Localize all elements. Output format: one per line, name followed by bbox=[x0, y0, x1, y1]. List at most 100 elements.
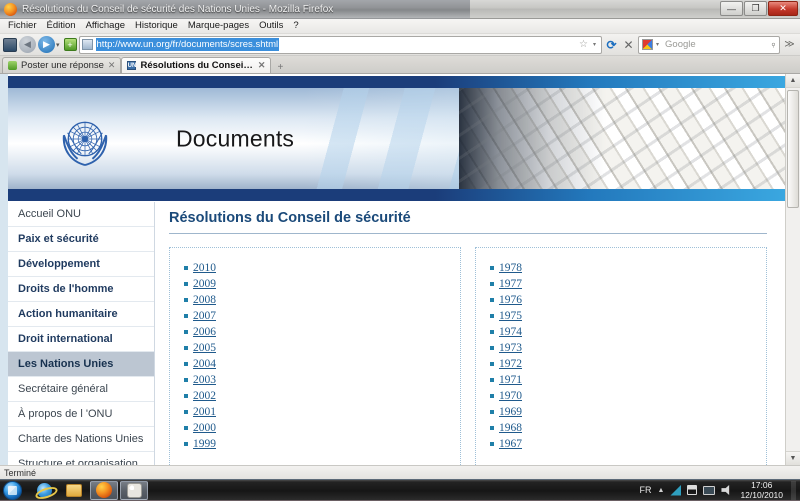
year-link[interactable]: 1971 bbox=[499, 374, 522, 386]
list-item[interactable]: 1968 bbox=[476, 420, 766, 436]
display-icon[interactable] bbox=[703, 486, 715, 495]
network-icon[interactable] bbox=[670, 485, 681, 496]
tab-close-icon[interactable]: ✕ bbox=[108, 60, 116, 71]
address-dropdown-icon[interactable]: ▾ bbox=[593, 41, 596, 48]
add-bookmark-icon[interactable]: + bbox=[64, 38, 77, 51]
search-input[interactable]: Google bbox=[665, 39, 768, 50]
list-item[interactable]: 1971 bbox=[476, 372, 766, 388]
sidebar-item-secretaire-general[interactable]: Secrétaire général bbox=[8, 377, 154, 402]
year-link[interactable]: 2007 bbox=[193, 310, 216, 322]
taskbar-button-internet-explorer[interactable] bbox=[30, 481, 58, 500]
start-button[interactable] bbox=[3, 481, 22, 500]
toolbar-overflow-icon[interactable]: ≫ bbox=[782, 39, 797, 50]
forward-button[interactable]: ▶ bbox=[38, 36, 55, 53]
scroll-up-button[interactable]: ▲ bbox=[786, 74, 800, 88]
tray-expand-icon[interactable]: ▲ bbox=[658, 487, 665, 494]
action-center-flag-icon[interactable] bbox=[687, 485, 697, 495]
taskbar-button-explorer[interactable] bbox=[60, 481, 88, 500]
year-link[interactable]: 1976 bbox=[499, 294, 522, 306]
list-item[interactable]: 2004 bbox=[170, 356, 460, 372]
minimize-button[interactable]: — bbox=[720, 1, 743, 16]
list-item[interactable]: 2002 bbox=[170, 388, 460, 404]
scrollbar-thumb[interactable] bbox=[787, 90, 799, 208]
menu-item-historique[interactable]: Historique bbox=[130, 19, 183, 33]
sidebar-item-structure[interactable]: Structure et organisation bbox=[8, 452, 154, 465]
list-item[interactable]: 1975 bbox=[476, 308, 766, 324]
address-bar[interactable]: http://www.un.org/fr/documents/scres.sht… bbox=[79, 36, 602, 54]
search-icon[interactable]: ⌕ bbox=[768, 39, 779, 50]
year-link[interactable]: 1973 bbox=[499, 342, 522, 354]
year-link[interactable]: 2004 bbox=[193, 358, 216, 370]
list-item[interactable]: 1969 bbox=[476, 404, 766, 420]
search-engine-dropdown-icon[interactable]: ▾ bbox=[656, 41, 659, 48]
list-item[interactable]: 2007 bbox=[170, 308, 460, 324]
list-item[interactable]: 2005 bbox=[170, 340, 460, 356]
list-item[interactable]: 1973 bbox=[476, 340, 766, 356]
app-menu-icon[interactable] bbox=[3, 38, 17, 52]
bookmark-star-icon[interactable]: ☆ bbox=[579, 39, 588, 50]
list-item[interactable]: 1999 bbox=[170, 436, 460, 452]
list-item[interactable]: 1977 bbox=[476, 276, 766, 292]
sidebar-item-accueil-onu[interactable]: Accueil ONU bbox=[8, 202, 154, 227]
year-link[interactable]: 2009 bbox=[193, 278, 216, 290]
list-item[interactable]: 2010 bbox=[170, 260, 460, 276]
list-item[interactable]: 2000 bbox=[170, 420, 460, 436]
list-item[interactable]: 2003 bbox=[170, 372, 460, 388]
sidebar-item-action-humanitaire[interactable]: Action humanitaire bbox=[8, 302, 154, 327]
search-bar[interactable]: ▾ Google ⌕ bbox=[638, 36, 780, 54]
year-link[interactable]: 1967 bbox=[499, 438, 522, 450]
year-link[interactable]: 1970 bbox=[499, 390, 522, 402]
year-link[interactable]: 2002 bbox=[193, 390, 216, 402]
sidebar-item-les-nations-unies[interactable]: Les Nations Unies bbox=[8, 352, 154, 377]
list-item[interactable]: 2001 bbox=[170, 404, 460, 420]
show-desktop-button[interactable] bbox=[791, 481, 796, 500]
url-input[interactable]: http://www.un.org/fr/documents/scres.sht… bbox=[96, 38, 280, 51]
sidebar-item-developpement[interactable]: Développement bbox=[8, 252, 154, 277]
language-indicator[interactable]: FR bbox=[640, 485, 652, 495]
list-item[interactable]: 1976 bbox=[476, 292, 766, 308]
menu-item-edition[interactable]: Édition bbox=[42, 19, 81, 33]
history-dropdown-icon[interactable]: ▾ bbox=[56, 41, 60, 49]
reload-button[interactable]: ⟳ bbox=[604, 38, 619, 52]
year-link[interactable]: 2003 bbox=[193, 374, 216, 386]
new-tab-button[interactable]: + bbox=[271, 62, 289, 73]
menu-item-fichier[interactable]: Fichier bbox=[3, 19, 42, 33]
close-button[interactable]: ✕ bbox=[768, 1, 798, 16]
year-link[interactable]: 2000 bbox=[193, 422, 216, 434]
list-item[interactable]: 2009 bbox=[170, 276, 460, 292]
menu-item-affichage[interactable]: Affichage bbox=[81, 19, 130, 33]
clock[interactable]: 17:06 12/10/2010 bbox=[738, 480, 783, 500]
tab-close-icon[interactable]: ✕ bbox=[258, 60, 266, 71]
menu-item-outils[interactable]: Outils bbox=[254, 19, 288, 33]
year-link[interactable]: 2010 bbox=[193, 262, 216, 274]
maximize-button[interactable]: ❐ bbox=[744, 1, 767, 16]
sidebar-item-droit-international[interactable]: Droit international bbox=[8, 327, 154, 352]
sidebar-item-charte[interactable]: Charte des Nations Unies bbox=[8, 427, 154, 452]
year-link[interactable]: 1999 bbox=[193, 438, 216, 450]
list-item[interactable]: 2006 bbox=[170, 324, 460, 340]
sidebar-item-a-propos-onu[interactable]: À propos de l 'ONU bbox=[8, 402, 154, 427]
scroll-down-button[interactable]: ▼ bbox=[786, 451, 800, 465]
year-link[interactable]: 2006 bbox=[193, 326, 216, 338]
volume-muted-icon[interactable] bbox=[721, 485, 732, 496]
sidebar-item-paix-securite[interactable]: Paix et sécurité bbox=[8, 227, 154, 252]
menu-item-aide[interactable]: ? bbox=[288, 19, 303, 33]
year-link[interactable]: 1977 bbox=[499, 278, 522, 290]
year-link[interactable]: 2001 bbox=[193, 406, 216, 418]
year-link[interactable]: 2008 bbox=[193, 294, 216, 306]
year-link[interactable]: 1969 bbox=[499, 406, 522, 418]
list-item[interactable]: 2008 bbox=[170, 292, 460, 308]
list-item[interactable]: 1967 bbox=[476, 436, 766, 452]
year-link[interactable]: 1978 bbox=[499, 262, 522, 274]
year-link[interactable]: 1974 bbox=[499, 326, 522, 338]
list-item[interactable]: 1972 bbox=[476, 356, 766, 372]
taskbar-button-firefox[interactable] bbox=[90, 481, 118, 500]
menu-item-marque-pages[interactable]: Marque-pages bbox=[183, 19, 254, 33]
tab-poster-une-reponse[interactable]: Poster une réponse ✕ bbox=[2, 57, 121, 73]
tab-resolutions-conseil[interactable]: UN Résolutions du Conseil de ... ✕ bbox=[121, 57, 271, 73]
taskbar-button-paint[interactable] bbox=[120, 481, 148, 500]
year-link[interactable]: 2005 bbox=[193, 342, 216, 354]
list-item[interactable]: 1978 bbox=[476, 260, 766, 276]
sidebar-item-droits-homme[interactable]: Droits de l'homme bbox=[8, 277, 154, 302]
list-item[interactable]: 1974 bbox=[476, 324, 766, 340]
